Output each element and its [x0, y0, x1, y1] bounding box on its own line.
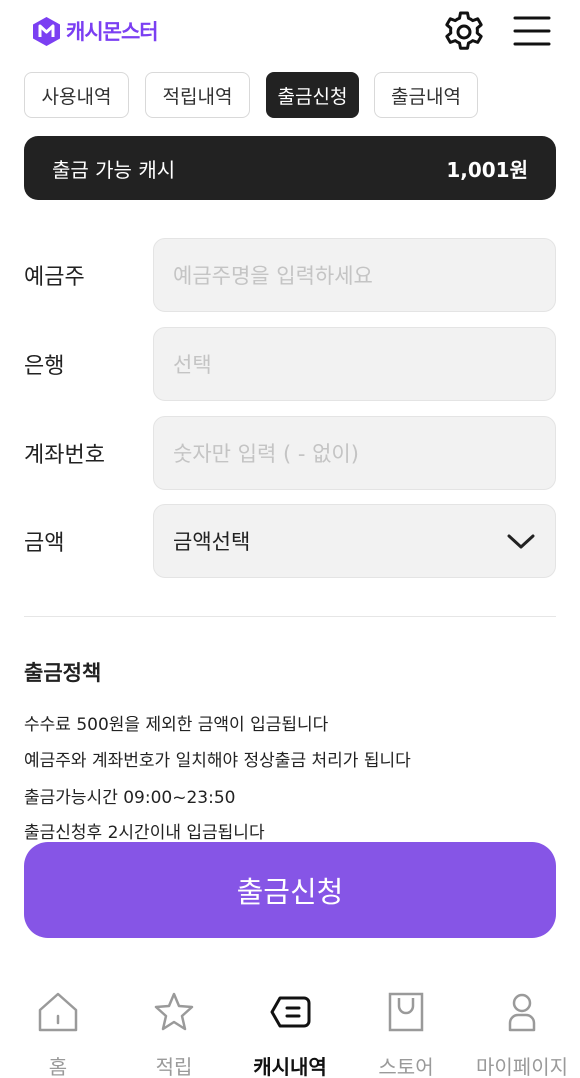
account-number-input[interactable]: 숫자만 입력 ( - 없이): [153, 416, 556, 490]
nav-label-home: 홈: [48, 1055, 68, 1078]
account-row: 계좌번호 숫자만 입력 ( - 없이): [24, 416, 556, 490]
logo-text: 캐시몬스터: [66, 20, 159, 44]
nav-label-earn: 적립: [155, 1055, 193, 1078]
policy-line: 수수료 500원을 제외한 금액이 입금됩니다: [24, 715, 329, 735]
tab-usage-history[interactable]: 사용내역: [24, 72, 129, 118]
star-icon: [154, 992, 194, 1031]
nav-label-cash-history: 캐시내역: [253, 1055, 327, 1078]
hamburger-menu-icon[interactable]: [512, 12, 552, 52]
shopping-bag-icon: [388, 992, 424, 1032]
bank-row: 은행 선택: [24, 327, 556, 401]
depositor-input[interactable]: 예금주명을 입력하세요: [153, 238, 556, 312]
tab-withdraw-request[interactable]: 출금신청: [266, 72, 359, 118]
policy-title: 출금정책: [24, 661, 102, 685]
account-label: 계좌번호: [24, 443, 105, 468]
nav-item-mypage[interactable]: 마이페이지: [464, 980, 580, 1078]
history-tabs: 사용내역 적립내역 출금신청 출금내역: [24, 72, 494, 118]
policy-line: 출금가능시간 09:00~23:50: [24, 788, 236, 808]
amount-row: 금액 금액선택: [24, 504, 556, 578]
bottom-navigation: 홈 적립 캐시내역 스토어 마이페이지: [0, 980, 580, 1078]
policy-line: 출금신청후 2시간이내 입금됩니다: [24, 823, 265, 843]
balance-value: 1,001원: [446, 157, 528, 182]
withdraw-submit-button[interactable]: 출금신청: [24, 842, 556, 938]
nav-label-mypage: 마이페이지: [476, 1055, 568, 1078]
chat-history-icon: [270, 996, 311, 1028]
nav-item-cash-history[interactable]: 캐시내역: [232, 980, 348, 1078]
section-divider: [24, 616, 556, 617]
bank-label: 은행: [24, 354, 65, 379]
amount-select[interactable]: 금액선택: [153, 504, 556, 578]
nav-item-earn[interactable]: 적립: [116, 980, 232, 1078]
tab-earn-history[interactable]: 적립내역: [145, 72, 250, 118]
nav-label-store: 스토어: [378, 1055, 434, 1078]
depositor-label: 예금주: [24, 265, 85, 290]
depositor-row: 예금주 예금주명을 입력하세요: [24, 238, 556, 312]
amount-label: 금액: [24, 531, 65, 556]
balance-label: 출금 가능 캐시: [52, 157, 176, 182]
app-header: 캐시몬스터: [0, 0, 580, 64]
logo-icon: [33, 16, 60, 46]
withdrawable-balance-card: 출금 가능 캐시 1,001원: [24, 136, 556, 200]
nav-item-home[interactable]: 홈: [0, 980, 116, 1078]
app-logo[interactable]: 캐시몬스터: [33, 16, 159, 46]
amount-selected-value: 금액선택: [173, 530, 251, 554]
user-icon: [508, 993, 536, 1032]
gear-icon[interactable]: [440, 8, 488, 56]
home-icon: [38, 992, 78, 1032]
chevron-down-icon: [507, 534, 535, 549]
nav-item-store[interactable]: 스토어: [348, 980, 464, 1078]
bank-select[interactable]: 선택: [153, 327, 556, 401]
policy-line: 예금주와 계좌번호가 일치해야 정상출금 처리가 됩니다: [24, 751, 411, 771]
tab-withdraw-history[interactable]: 출금내역: [374, 72, 478, 118]
